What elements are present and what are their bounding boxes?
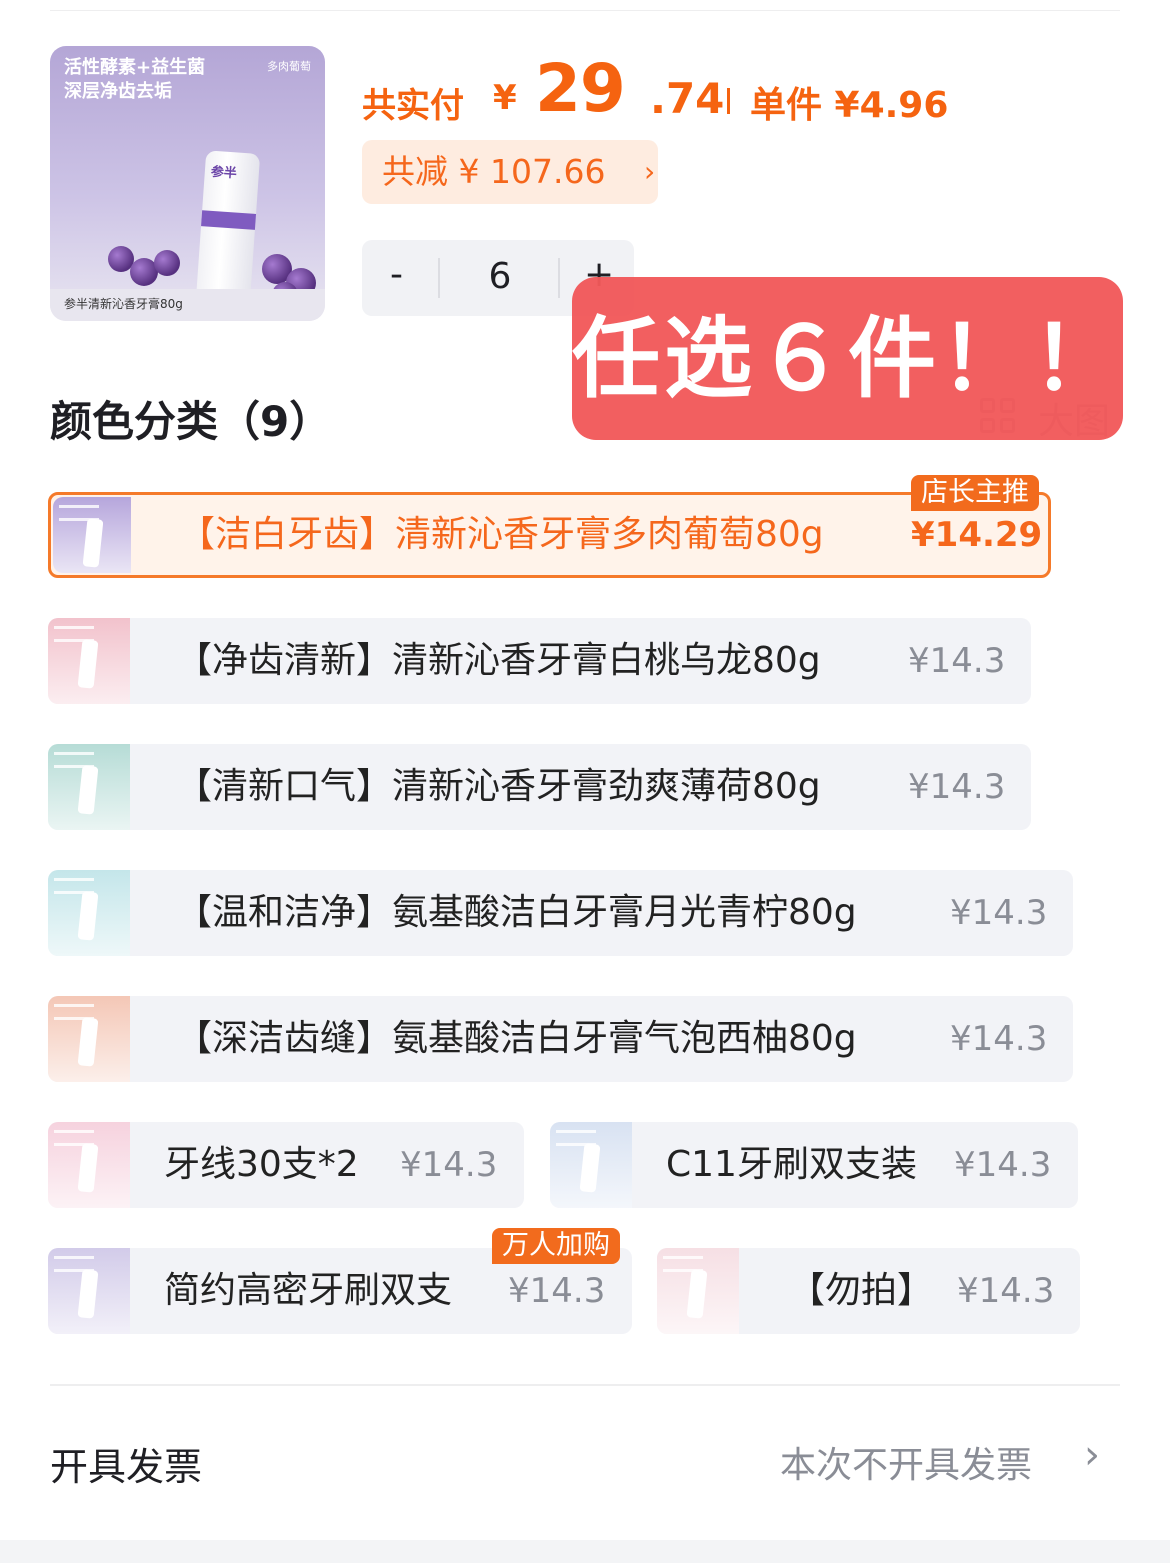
option-badge: 店长主推	[911, 475, 1039, 511]
option-name: 【深洁齿缝】氨基酸洁白牙膏气泡西柚80g	[176, 1018, 857, 1059]
grape-illustration	[154, 250, 180, 276]
option-name: 【净齿清新】清新沁香牙膏白桃乌龙80g	[176, 640, 821, 681]
option-chip[interactable]: 简约高密牙刷双支 ¥14.3 万人加购	[48, 1228, 632, 1334]
thumb-brand: 多肉葡萄	[267, 60, 311, 73]
option-thumbnail	[48, 1122, 130, 1208]
option-thumbnail	[48, 618, 130, 704]
decrease-button[interactable]: -	[390, 254, 403, 295]
option-chip[interactable]: 【深洁齿缝】氨基酸洁白牙膏气泡西柚80g ¥14.3	[48, 996, 1073, 1082]
option-price: ¥14.3	[400, 1145, 498, 1185]
option-thumbnail	[657, 1248, 739, 1334]
option-thumbnail	[48, 870, 130, 956]
option-thumbnail	[550, 1122, 632, 1208]
invoice-label: 开具发票	[50, 1445, 203, 1489]
option-name: 牙线30支*2	[164, 1144, 359, 1185]
product-image[interactable]: 活性酵素+益生菌 深层净齿去垢 多肉葡萄 参半 参半清新沁香牙膏80g	[50, 46, 325, 321]
option-chip[interactable]: 牙线30支*2 ¥14.3	[48, 1122, 524, 1208]
invoice-value[interactable]: 本次不开具发票	[780, 1436, 1032, 1488]
total-label: 共实付	[362, 86, 464, 126]
footer-band	[0, 1540, 1170, 1563]
section-title: 颜色分类（9）	[50, 397, 332, 446]
option-chip[interactable]: C11牙刷双支装 ¥14.3	[550, 1122, 1078, 1208]
option-chip[interactable]: 【净齿清新】清新沁香牙膏白桃乌龙80g ¥14.3	[48, 618, 1031, 704]
tube-logo: 参半	[210, 164, 238, 182]
option-name: 【洁白牙齿】清新沁香牙膏多肉葡萄80g	[179, 514, 824, 555]
price-separator	[727, 88, 730, 114]
option-chip[interactable]: 【清新口气】清新沁香牙膏劲爽薄荷80g ¥14.3	[48, 744, 1031, 830]
option-name: 【清新口气】清新沁香牙膏劲爽薄荷80g	[176, 766, 821, 807]
discount-label: 共减 ¥ 107.66	[382, 152, 606, 191]
option-chip[interactable]: 【温和洁净】氨基酸洁白牙膏月光青柠80g ¥14.3	[48, 870, 1073, 956]
chevron-right-icon: ›	[644, 155, 656, 188]
currency-symbol: ¥	[493, 78, 517, 118]
thumb-caption: 参半清新沁香牙膏80g	[64, 297, 183, 311]
bottom-divider	[50, 1384, 1120, 1386]
discount-button[interactable]: 共减 ¥ 107.66 ›	[362, 140, 658, 204]
option-thumbnail	[48, 744, 130, 830]
option-price: ¥14.3	[908, 641, 1006, 681]
option-price: ¥14.3	[950, 1019, 1048, 1059]
option-price: ¥14.3	[957, 1271, 1055, 1311]
option-price: ¥14.3	[908, 767, 1006, 807]
option-thumbnail	[48, 1248, 130, 1334]
total-integer: 29	[535, 50, 626, 127]
option-name: C11牙刷双支装	[666, 1144, 917, 1185]
option-badge: 万人加购	[492, 1228, 620, 1264]
option-chip[interactable]: 【勿拍】 ¥14.3	[657, 1248, 1080, 1334]
option-name: 【温和洁净】氨基酸洁白牙膏月光青柠80g	[176, 892, 857, 933]
option-name: 简约高密牙刷双支	[164, 1270, 453, 1311]
option-thumbnail	[53, 497, 131, 573]
top-divider	[50, 10, 1120, 11]
option-thumbnail	[48, 996, 130, 1082]
quantity-input[interactable]: 6	[462, 256, 538, 297]
option-name: 【勿拍】	[789, 1270, 934, 1311]
thumb-headline: 活性酵素+益生菌 深层净齿去垢	[64, 57, 206, 102]
option-price: ¥14.3	[954, 1145, 1052, 1185]
unit-price: 单件 ¥4.96	[750, 85, 949, 126]
promo-overlay-banner: 任选６件！！	[572, 277, 1123, 440]
chevron-right-icon[interactable]: ›	[1084, 1432, 1100, 1478]
option-chip[interactable]: 【洁白牙齿】清新沁香牙膏多肉葡萄80g ¥14.29 店长主推	[48, 475, 1051, 578]
option-price: ¥14.3	[950, 893, 1048, 933]
total-decimal: .74	[650, 74, 725, 123]
